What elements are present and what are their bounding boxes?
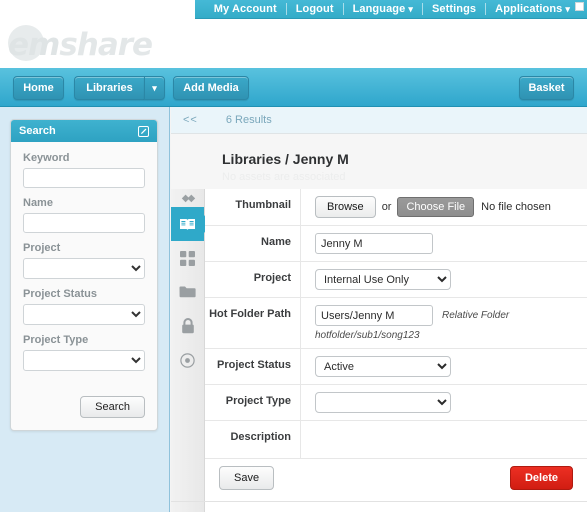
rail-item-folder[interactable] — [171, 275, 204, 309]
search-panel-header: Search — [11, 120, 157, 142]
project-status-select[interactable]: Active — [315, 356, 451, 377]
search-select-project-status[interactable] — [23, 304, 145, 325]
logo-share: share — [59, 27, 153, 63]
field-thumbnail: Browse or Choose File No file chosen — [301, 189, 587, 225]
rail-item-target[interactable] — [171, 343, 204, 377]
chevron-down-icon: ▾ — [408, 3, 413, 14]
page-subtitle: No assets are associated — [222, 171, 346, 183]
form-row-thumbnail: Thumbnail Browse or Choose File No file cho… — [205, 189, 587, 226]
choose-file-button[interactable]: Choose File — [397, 197, 475, 217]
relative-folder-note: Relative Folder — [442, 310, 510, 321]
search-label-project-type: Project Type — [23, 334, 89, 346]
rail-item-book[interactable] — [171, 207, 211, 241]
form-row-project-status: Project Status Active — [205, 349, 587, 385]
search-panel: Search Keyword Name Project Project Status P… — [10, 119, 158, 431]
back-link[interactable]: << — [183, 114, 198, 126]
field-hot-folder-path: Relative Folder hotfolder/sub1/song123 — [301, 298, 587, 348]
corner-placeholder-box — [575, 2, 584, 11]
left-sidebar: Search Keyword Name Project Project Status P… — [0, 107, 170, 512]
label-name: Name — [205, 226, 301, 261]
top-nav-applications[interactable]: Applications ▾ — [486, 0, 579, 19]
results-bar: << 6 Results — [171, 107, 587, 134]
form-row-project: Project Internal Use Only — [205, 262, 587, 298]
nav-add-media-button[interactable]: Add Media — [173, 76, 249, 100]
details-form: Thumbnail Browse or Choose File No file cho… — [205, 189, 587, 512]
chevron-down-icon: ▾ — [565, 3, 570, 14]
project-select[interactable]: Internal Use Only — [315, 269, 451, 290]
nav-libraries-dropdown-caret[interactable]: ▾ — [144, 76, 165, 100]
top-nav-my-account[interactable]: My Account — [205, 0, 286, 19]
book-icon — [179, 217, 196, 232]
label-description: Description — [205, 421, 301, 458]
page-title: Libraries / Jenny M — [222, 151, 349, 167]
search-label-keyword: Keyword — [23, 152, 70, 164]
hot-folder-path-hint: hotfolder/sub1/song123 — [315, 330, 420, 341]
edit-icon[interactable] — [138, 125, 149, 137]
rail-drag-handle[interactable]: ◆◆ — [171, 189, 204, 207]
field-project: Internal Use Only — [301, 262, 587, 297]
form-actions: Save Delete — [205, 466, 587, 494]
label-thumbnail: Thumbnail — [205, 189, 301, 225]
or-label: or — [381, 201, 392, 213]
app-logo[interactable]: emshare — [8, 27, 153, 63]
top-nav-settings[interactable]: Settings — [423, 0, 485, 19]
page-title-area: Libraries / Jenny M No assets are associ… — [171, 134, 587, 189]
nav-home-button[interactable]: Home — [13, 76, 64, 100]
name-input[interactable] — [315, 233, 433, 254]
search-input-keyword[interactable] — [23, 168, 145, 188]
field-name — [301, 226, 587, 261]
search-label-name: Name — [23, 197, 53, 209]
top-nav-language[interactable]: Language ▾ — [344, 0, 422, 19]
label-hot-folder-path: Hot Folder Path — [205, 298, 301, 348]
rail-item-lock[interactable] — [171, 309, 204, 343]
logo-band: emshare — [0, 19, 587, 68]
search-panel-title: Search — [19, 125, 56, 137]
top-utility-bar: My Account Logout Language ▾ Settings Applica… — [0, 0, 587, 19]
results-count: 6 Results — [225, 114, 272, 126]
label-project-status: Project Status — [205, 349, 301, 384]
form-row-hot-folder-path: Hot Folder Path Relative Folder hotfolde… — [205, 298, 587, 349]
search-input-name[interactable] — [23, 213, 145, 233]
target-icon — [180, 352, 195, 368]
icon-rail: ◆◆ — [171, 189, 211, 512]
main-content: << 6 Results Libraries / Jenny M No asse… — [171, 107, 587, 512]
bottom-divider — [171, 501, 587, 502]
top-nav-logout[interactable]: Logout — [287, 0, 343, 19]
nav-basket-button[interactable]: Basket — [519, 76, 574, 100]
search-submit-button[interactable]: Search — [80, 396, 145, 418]
search-panel-body: Keyword Name Project Project Status Project … — [11, 142, 157, 392]
top-nav-links: My Account Logout Language ▾ Settings Applica… — [194, 0, 587, 19]
form-row-description: Description — [205, 421, 587, 459]
lock-icon — [181, 318, 195, 334]
form-row-project-type: Project Type — [205, 385, 587, 421]
folder-icon — [179, 285, 196, 299]
delete-button[interactable]: Delete — [509, 466, 573, 490]
browse-button[interactable]: Browse — [315, 196, 376, 218]
form-row-name: Name — [205, 226, 587, 262]
search-label-project: Project — [23, 242, 61, 254]
search-select-project[interactable] — [23, 258, 145, 279]
field-project-status: Active — [301, 349, 587, 384]
nav-libraries-button[interactable]: Libraries — [74, 76, 144, 100]
project-type-select[interactable] — [315, 392, 451, 413]
search-select-project-type[interactable] — [23, 350, 145, 371]
search-label-project-status: Project Status — [23, 288, 97, 300]
grid-icon — [180, 250, 195, 266]
label-project-type: Project Type — [205, 385, 301, 420]
label-project: Project — [205, 262, 301, 297]
hot-folder-path-input[interactable] — [315, 305, 433, 326]
no-file-chosen-label: No file chosen — [481, 201, 551, 213]
main-nav-bar: Home Libraries ▾ Add Media Basket — [0, 68, 587, 107]
logo-em: em — [8, 27, 60, 63]
field-description[interactable] — [301, 421, 587, 435]
field-project-type — [301, 385, 587, 420]
rail-item-grid[interactable] — [171, 241, 204, 275]
save-button[interactable]: Save — [219, 466, 275, 490]
